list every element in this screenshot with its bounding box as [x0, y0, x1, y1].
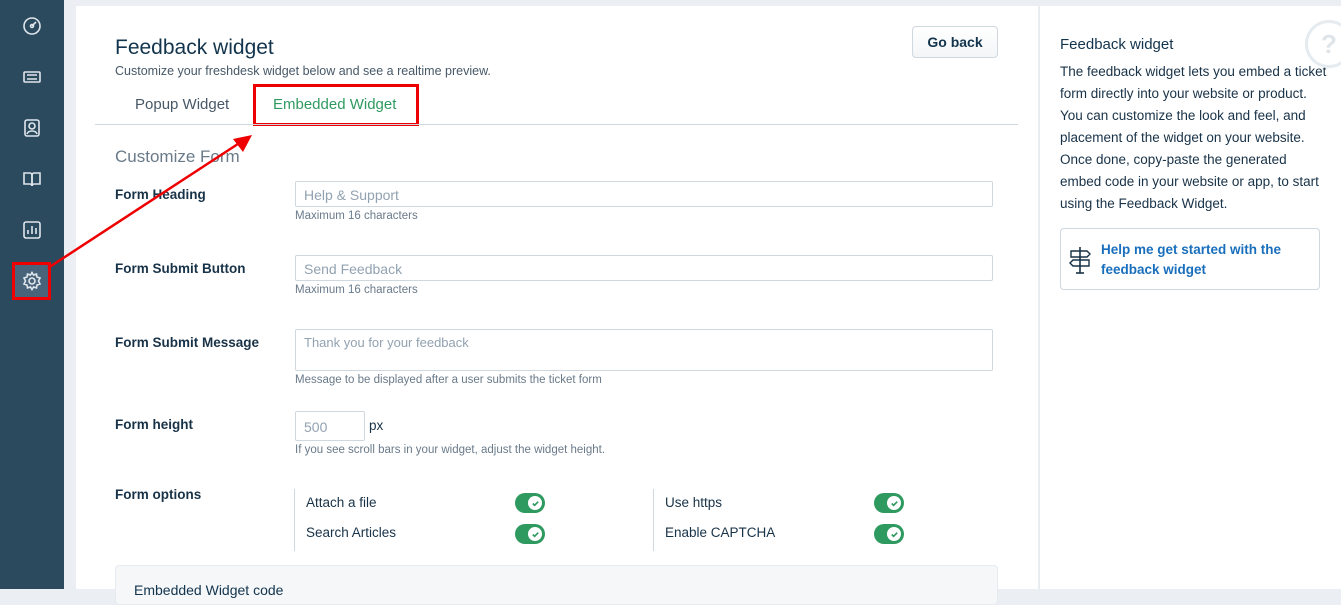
- book-icon[interactable]: [18, 165, 46, 193]
- check-icon: [528, 496, 542, 510]
- ticket-icon[interactable]: [18, 63, 46, 91]
- right-panel: Feedback widget The feedback widget lets…: [1039, 6, 1341, 589]
- right-panel-title: Feedback widget: [1060, 36, 1174, 53]
- form-height-help: If you see scroll bars in your widget, a…: [295, 444, 606, 456]
- option-use-https-label: Use https: [665, 495, 723, 510]
- right-panel-description: The feedback widget lets you embed a tic…: [1060, 64, 1327, 211]
- form-height-input[interactable]: 500: [295, 411, 365, 441]
- form-height-unit: px: [369, 418, 384, 433]
- tab-popup-widget[interactable]: Popup Widget: [135, 96, 229, 113]
- contact-icon[interactable]: [18, 114, 46, 142]
- form-submit-button-label: Form Submit Button: [115, 261, 246, 276]
- form-heading-help: Maximum 16 characters: [295, 210, 418, 222]
- gear-icon[interactable]: [18, 267, 46, 295]
- sidebar: [0, 0, 64, 589]
- form-submit-button-help: Maximum 16 characters: [295, 284, 418, 296]
- dashboard-icon[interactable]: [18, 12, 46, 40]
- use-https-toggle[interactable]: [874, 493, 904, 513]
- check-icon: [887, 496, 901, 510]
- reports-icon[interactable]: [18, 216, 46, 244]
- tab-highlight-box: [253, 84, 419, 126]
- help-link[interactable]: Help me get started with the feedback wi…: [1101, 240, 1311, 280]
- search-articles-toggle[interactable]: [515, 524, 545, 544]
- option-search-articles-label: Search Articles: [306, 525, 397, 540]
- go-back-button[interactable]: Go back: [912, 26, 998, 58]
- signpost-icon: [1069, 247, 1091, 274]
- option-enable-captcha-label: Enable CAPTCHA: [665, 525, 776, 540]
- form-submit-message-textarea[interactable]: Thank you for your feedback: [295, 329, 993, 371]
- form-options-label: Form options: [115, 487, 202, 502]
- enable-captcha-toggle[interactable]: [874, 524, 904, 544]
- form-heading-label: Form Heading: [115, 187, 206, 202]
- embed-code-panel: Embedded Widget code: [115, 565, 998, 605]
- options-divider-left: [294, 489, 295, 551]
- tab-divider: [95, 124, 1018, 125]
- check-icon: [528, 527, 542, 541]
- embed-code-title: Embedded Widget code: [134, 582, 284, 598]
- help-card[interactable]: Help me get started with the feedback wi…: [1060, 228, 1320, 290]
- check-icon: [887, 527, 901, 541]
- page-subtitle: Customize your freshdesk widget below an…: [115, 64, 491, 78]
- form-heading-input[interactable]: Help & Support: [295, 181, 993, 207]
- section-title: Customize Form: [115, 147, 240, 166]
- option-attach-file-label: Attach a file: [306, 495, 377, 510]
- form-submit-message-help: Message to be displayed after a user sub…: [295, 374, 602, 386]
- form-submit-message-label: Form Submit Message: [115, 335, 260, 350]
- options-divider-right: [653, 489, 654, 551]
- attach-file-toggle[interactable]: [515, 493, 545, 513]
- main-panel: Feedback widget Customize your freshdesk…: [76, 6, 1038, 605]
- page-title: Feedback widget: [115, 36, 274, 59]
- form-submit-button-input[interactable]: Send Feedback: [295, 255, 993, 281]
- form-height-label: Form height: [115, 417, 193, 432]
